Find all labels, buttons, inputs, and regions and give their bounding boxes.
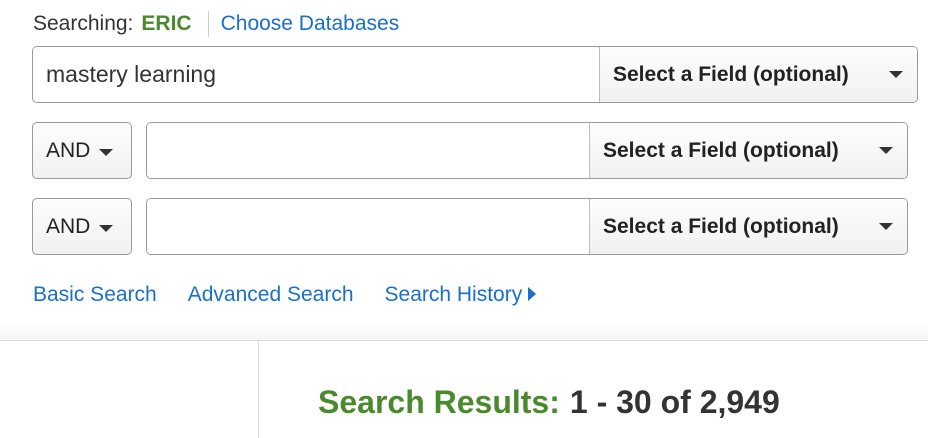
search-row-3: Select a Field (optional) bbox=[146, 198, 908, 255]
horizontal-divider bbox=[0, 340, 928, 341]
search-history-link[interactable]: Search History bbox=[385, 283, 537, 307]
search-input-3[interactable] bbox=[147, 199, 589, 254]
field-select-3[interactable]: Select a Field (optional) bbox=[589, 199, 907, 254]
basic-search-link[interactable]: Basic Search bbox=[33, 283, 157, 307]
search-input-1[interactable] bbox=[33, 47, 599, 102]
chevron-down-icon bbox=[99, 225, 114, 232]
searching-label: Searching: bbox=[33, 12, 134, 35]
search-row-2: Select a Field (optional) bbox=[146, 122, 908, 179]
search-row-1: Select a Field (optional) bbox=[32, 46, 918, 103]
search-panel: Searching: ERIC Choose Databases Select … bbox=[0, 0, 928, 322]
field-select-label: Select a Field (optional) bbox=[603, 214, 839, 238]
searching-line: Searching: ERIC Choose Databases bbox=[33, 11, 399, 37]
results-heading: Search Results: 1 - 30 of 2,949 bbox=[318, 382, 780, 422]
boolean-select-3[interactable]: AND bbox=[32, 198, 132, 255]
results-label: Search Results: bbox=[318, 383, 560, 420]
chevron-down-icon bbox=[879, 147, 893, 154]
field-select-1[interactable]: Select a Field (optional) bbox=[599, 47, 917, 102]
vertical-divider bbox=[258, 341, 259, 438]
search-history-label: Search History bbox=[384, 283, 523, 306]
search-links: Basic Search Advanced Search Search Hist… bbox=[33, 282, 537, 308]
boolean-select-label: AND bbox=[46, 138, 91, 162]
triangle-right-icon bbox=[528, 287, 537, 301]
field-select-label: Select a Field (optional) bbox=[603, 138, 839, 162]
boolean-select-label: AND bbox=[46, 214, 91, 238]
field-select-2[interactable]: Select a Field (optional) bbox=[589, 123, 907, 178]
chevron-down-icon bbox=[99, 149, 114, 156]
advanced-search-link[interactable]: Advanced Search bbox=[188, 283, 354, 307]
chevron-down-icon bbox=[879, 223, 893, 230]
field-select-label: Select a Field (optional) bbox=[613, 62, 849, 86]
results-range: 1 - 30 of 2,949 bbox=[569, 383, 780, 420]
search-input-2[interactable] bbox=[147, 123, 589, 178]
separator bbox=[207, 11, 209, 37]
boolean-select-2[interactable]: AND bbox=[32, 122, 132, 179]
panel-shadow bbox=[0, 322, 928, 340]
chevron-down-icon bbox=[889, 71, 903, 78]
choose-databases-link[interactable]: Choose Databases bbox=[221, 12, 400, 36]
database-name: ERIC bbox=[141, 12, 192, 35]
